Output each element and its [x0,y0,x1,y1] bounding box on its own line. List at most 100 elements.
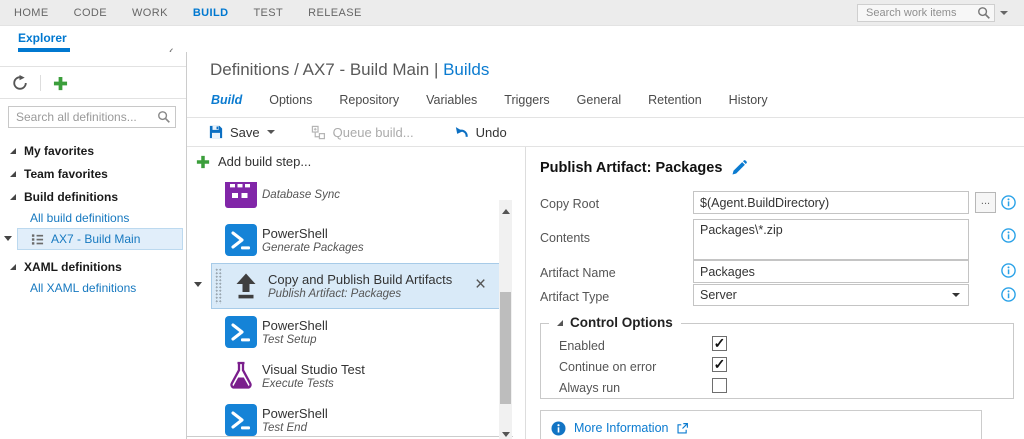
enabled-checkbox[interactable]: ✓ [712,336,727,351]
step-subtitle[interactable]: Execute Tests [262,378,334,390]
sidebar-item-ax7-build-main[interactable]: AX7 - Build Main [17,228,183,250]
field-label-contents: Contents [540,231,591,245]
definition-context-caret-icon[interactable] [4,236,12,241]
rename-pencil-icon[interactable] [731,160,748,176]
nav-work[interactable]: WORK [132,7,168,19]
tab-explorer[interactable]: Explorer [18,31,67,45]
sidebar-item-all-xaml-definitions[interactable]: All XAML definitions [30,281,136,295]
group-label: My favorites [24,144,95,158]
tab-general[interactable]: General [577,93,621,107]
field-label-artifact-type: Artifact Type [540,290,610,304]
add-build-step-button[interactable]: Add build step... [196,154,311,169]
expander-icon[interactable] [10,148,16,154]
hub-tab-bar: Explorer [0,26,1024,52]
info-icon[interactable] [1001,287,1016,302]
step-subtitle[interactable]: Database Sync [262,189,340,201]
expander-icon[interactable] [10,194,16,200]
info-icon[interactable] [1001,263,1016,278]
tab-retention[interactable]: Retention [648,93,702,107]
sidebar-item-all-build-definitions[interactable]: All build definitions [30,211,129,225]
step-title[interactable]: Visual Studio Test [262,362,365,377]
external-link-icon[interactable] [676,422,689,435]
work-item-search-input[interactable] [866,7,977,19]
step-subtitle[interactable]: Publish Artifact: Packages [268,288,401,300]
step-title[interactable]: PowerShell [262,226,328,241]
step-subtitle[interactable]: Test Setup [262,334,317,346]
divider [0,66,186,67]
tab-triggers[interactable]: Triggers [504,93,549,107]
sidebar-item-team-favorites[interactable]: Team favorites [0,164,186,184]
search-icon[interactable] [977,6,991,20]
queue-build-label: Queue build... [332,124,414,140]
continue-on-error-checkbox[interactable]: ✓ [712,357,727,372]
contents-textarea[interactable]: Packages\*.zip [693,219,969,260]
expander-icon[interactable] [10,171,16,177]
scroll-up-icon[interactable] [501,209,510,214]
search-scope-caret-icon[interactable] [1000,11,1008,15]
step-title[interactable]: Copy and Publish Build Artifacts [268,272,452,287]
new-definition-plus-icon[interactable] [53,76,68,91]
sidebar-item-xaml-definitions[interactable]: XAML definitions [0,257,186,277]
save-menu-caret-icon[interactable] [266,130,275,134]
browse-button[interactable]: ... [975,192,996,213]
definition-tabs: Build Options Repository Variables Trigg… [211,93,768,107]
step-settings-title-text: Publish Artifact: Packages [540,160,723,176]
refresh-icon[interactable] [12,75,28,91]
breadcrumb-builds-link[interactable]: Builds [443,60,489,79]
definition-search-input[interactable] [16,110,157,124]
work-item-search-box[interactable] [857,4,995,22]
info-icon[interactable] [1001,195,1016,210]
tab-repository[interactable]: Repository [339,93,399,107]
chevron-down-icon [952,293,960,297]
nav-code[interactable]: CODE [74,7,107,19]
search-icon[interactable] [157,110,171,124]
artifact-type-select[interactable]: Server [693,284,969,306]
tab-variables[interactable]: Variables [426,93,477,107]
scrollbar-thumb[interactable] [500,292,511,404]
tab-build[interactable]: Build [211,93,242,107]
publish-artifact-icon [230,270,262,302]
definition-search-box[interactable] [8,106,176,128]
artifact-name-input[interactable] [693,260,969,283]
queue-build-button[interactable]: Queue build... [311,125,414,140]
nav-release[interactable]: RELEASE [308,7,362,19]
copy-root-input[interactable] [693,191,969,214]
powershell-icon [225,224,257,256]
top-navigation-bar: HOME CODE WORK BUILD TEST RELEASE [0,0,1024,26]
tab-options[interactable]: Options [269,93,312,107]
scroll-down-icon[interactable] [501,432,510,437]
expander-icon[interactable] [10,264,16,270]
step-context-caret-icon[interactable] [194,282,202,287]
plus-icon [196,155,210,169]
nav-build[interactable]: BUILD [193,7,229,19]
divider [187,146,1024,147]
info-icon[interactable] [1001,228,1016,243]
more-information-link[interactable]: More Information [574,421,668,435]
control-options-group: Control Options Enabled ✓ Continue on er… [540,315,1014,399]
undo-button[interactable]: Undo [454,125,507,140]
step-drag-handle[interactable] [215,268,222,304]
expander-icon[interactable] [557,319,563,326]
nav-home[interactable]: HOME [14,7,49,19]
build-definition-icon [31,233,44,246]
nav-test[interactable]: TEST [253,7,283,19]
sidebar-item-my-favorites[interactable]: My favorites [0,141,186,161]
step-title[interactable]: PowerShell [262,406,328,421]
remove-step-icon[interactable]: × [475,275,486,294]
field-label-artifact-name: Artifact Name [540,266,616,280]
steps-scrollbar[interactable] [499,200,512,439]
tab-history[interactable]: History [729,93,768,107]
field-label-copy-root: Copy Root [540,197,600,211]
pane-divider [525,147,526,439]
control-options-header[interactable]: Control Options [549,315,681,330]
powershell-icon [225,316,257,348]
step-title[interactable]: PowerShell [262,318,328,333]
sidebar-item-build-definitions[interactable]: Build definitions [0,187,186,207]
undo-icon [454,125,469,140]
save-button[interactable]: Save [209,125,275,140]
top-nav: HOME CODE WORK BUILD TEST RELEASE [14,0,362,26]
step-subtitle[interactable]: Test End [262,422,307,434]
group-label: XAML definitions [24,260,122,274]
step-subtitle[interactable]: Generate Packages [262,242,364,254]
always-run-checkbox[interactable] [712,378,727,393]
